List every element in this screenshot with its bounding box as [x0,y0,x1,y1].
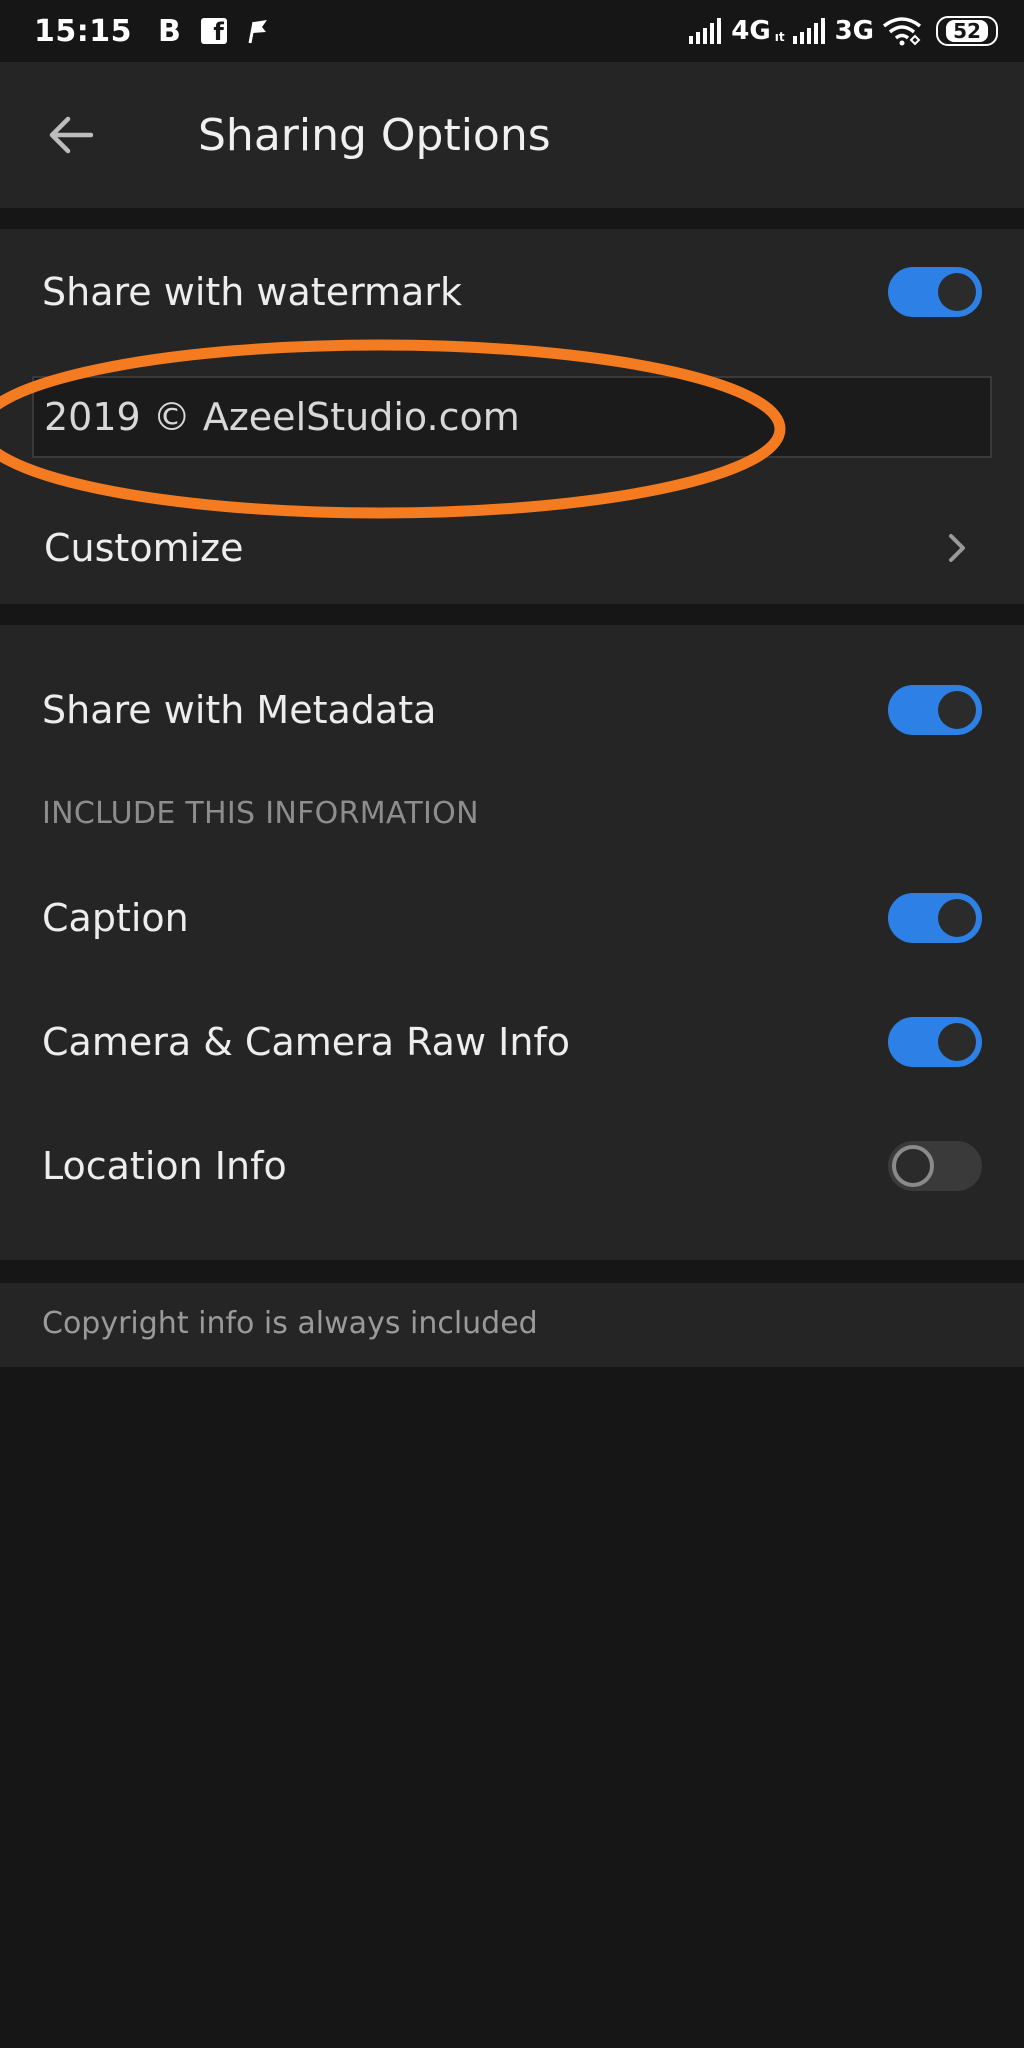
status-bar: 15:15 B f 4G ıt 3G 52 [0,0,1024,62]
sharing-options-screen: 15:15 B f 4G ıt 3G 52 Sharing Options Sh… [0,0,1024,2048]
watermark-text-field[interactable]: 2019 © AzeelStudio.com [32,376,992,458]
camera-raw-info-row[interactable]: Camera & Camera Raw Info [0,1004,1024,1080]
battery-indicator: 52 [936,16,998,46]
app-header: Sharing Options [0,62,1024,208]
copyright-note: Copyright info is always included [42,1306,538,1341]
location-info-label: Location Info [42,1144,287,1188]
customize-label: Customize [44,526,244,570]
toggle-knob [938,1023,976,1061]
status-time: 15:15 [34,13,132,49]
network-type-3g: 3G [834,16,874,46]
include-info-caption: INCLUDE THIS INFORMATION [42,796,479,831]
wifi-icon [882,17,922,46]
notification-icons: B f [158,14,269,49]
metadata-toggle-row[interactable]: Share with Metadata [0,672,1024,748]
caption-toggle[interactable] [888,893,982,943]
metadata-toggle-label: Share with Metadata [42,688,437,732]
watermark-toggle[interactable] [888,267,982,317]
page-title: Sharing Options [198,109,551,161]
data-activity: ıt [774,30,785,44]
location-info-row[interactable]: Location Info [0,1128,1024,1204]
flag-icon [248,20,267,44]
watermark-text-value: 2019 © AzeelStudio.com [44,395,520,439]
arrow-left-icon [49,116,93,154]
location-info-toggle[interactable] [888,1141,982,1191]
toggle-knob [938,899,976,937]
signal-icon [689,18,722,44]
b-notification-icon: B [158,13,181,49]
caption-row[interactable]: Caption [0,880,1024,956]
signal-icon-2 [792,18,825,44]
toggle-knob [938,273,976,311]
facebook-icon: f [200,18,227,44]
chevron-right-icon [942,528,972,568]
camera-raw-info-toggle[interactable] [888,1017,982,1067]
battery-level: 52 [946,20,988,42]
watermark-toggle-row[interactable]: Share with watermark [0,254,1024,330]
camera-raw-info-label: Camera & Camera Raw Info [42,1020,571,1064]
network-type-4g: 4G [731,16,771,46]
toggle-knob [938,691,976,729]
watermark-toggle-label: Share with watermark [42,270,462,314]
toggle-knob [892,1145,934,1187]
metadata-toggle[interactable] [888,685,982,735]
customize-row[interactable]: Customize [0,510,1024,586]
status-right-icons: 4G ıt 3G 52 [689,16,998,46]
caption-label: Caption [42,896,189,940]
back-button[interactable] [40,105,100,165]
